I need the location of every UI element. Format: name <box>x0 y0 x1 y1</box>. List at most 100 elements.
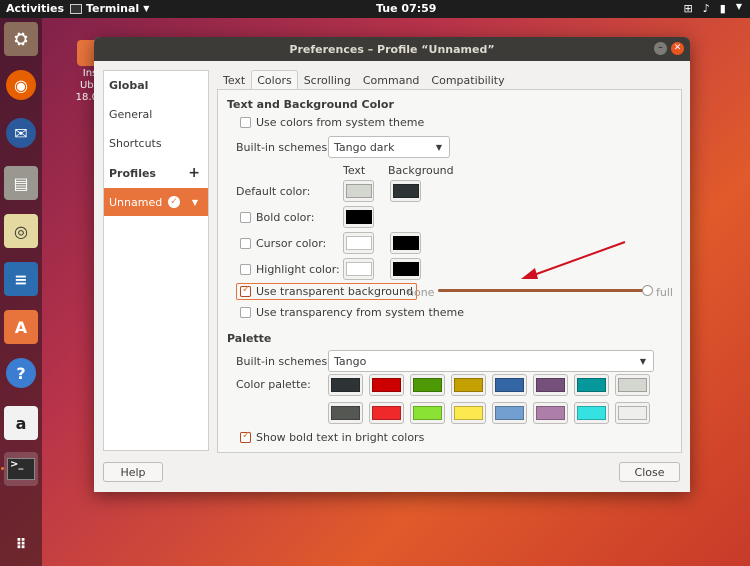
palette-color-button[interactable] <box>533 374 568 396</box>
cursor-color-row[interactable]: Cursor color: <box>240 237 326 250</box>
add-profile-icon[interactable]: + <box>188 165 200 181</box>
sidebar-item-global[interactable]: Global <box>104 71 208 99</box>
highlight-text-color-button[interactable] <box>343 258 374 280</box>
palette-color-button[interactable] <box>574 402 609 424</box>
bold-color-label: Bold color: <box>256 211 315 224</box>
palette-color-button[interactable] <box>410 374 445 396</box>
use-transparent-bg-label: Use transparent background <box>256 285 413 298</box>
color-swatch <box>618 406 647 420</box>
highlight-color-row[interactable]: Highlight color: <box>240 263 340 276</box>
top-bar: Activities Terminal ▼ Tue 07:59 ⊞ ♪ ▮ ▼ <box>0 0 750 18</box>
clock[interactable]: Tue 07:59 <box>376 2 436 15</box>
color-swatch <box>495 378 524 392</box>
color-swatch <box>392 184 419 198</box>
software-icon[interactable]: A <box>4 310 38 344</box>
palette-color-button[interactable] <box>451 402 486 424</box>
sidebar-item-label: Profiles <box>109 166 156 180</box>
palette-color-button[interactable] <box>492 402 527 424</box>
color-swatch <box>413 378 442 392</box>
use-system-colors-checkbox[interactable] <box>240 117 251 128</box>
show-applications-icon[interactable]: ⠿ <box>4 528 38 562</box>
sidebar-item-profile-unnamed[interactable]: Unnamed ✓ ▼ <box>104 188 208 216</box>
tab-scrolling[interactable]: Scrolling <box>298 70 357 89</box>
rhythmbox-icon[interactable]: ◎ <box>4 214 38 248</box>
firefox-icon[interactable]: ◉ <box>6 70 36 100</box>
palette-color-button[interactable] <box>369 402 404 424</box>
files-icon[interactable]: ▤ <box>4 166 38 200</box>
highlight-bg-color-button[interactable] <box>390 258 421 280</box>
close-window-button[interactable]: ✕ <box>671 42 684 55</box>
tab-colors[interactable]: Colors <box>251 70 298 89</box>
installer-dock-icon[interactable]: ⛭ <box>4 22 38 56</box>
palette-color-button[interactable] <box>369 374 404 396</box>
color-swatch <box>345 184 372 198</box>
amazon-icon[interactable]: a <box>4 406 38 440</box>
palette-color-button[interactable] <box>574 374 609 396</box>
close-button[interactable]: Close <box>619 462 680 482</box>
color-palette-label: Color palette: <box>236 378 311 391</box>
use-transparent-bg-checkbox[interactable] <box>240 284 251 297</box>
sidebar-item-label: Unnamed <box>109 195 163 209</box>
battery-icon[interactable]: ▮ <box>720 2 726 15</box>
system-tray[interactable]: ⊞ ♪ ▮ ▼ <box>684 2 742 15</box>
palette-color-button[interactable] <box>492 374 527 396</box>
terminal-icon <box>70 3 82 14</box>
palette-color-button[interactable] <box>615 374 650 396</box>
chevron-down-icon[interactable]: ▼ <box>736 2 742 15</box>
preferences-sidebar: Global General Shortcuts Profiles + Unna… <box>103 70 209 451</box>
app-menu[interactable]: Terminal ▼ <box>70 2 149 15</box>
slider-handle[interactable] <box>642 285 653 296</box>
writer-icon[interactable]: ≡ <box>4 262 38 296</box>
use-transparency-system-checkbox[interactable] <box>240 307 251 318</box>
help-icon[interactable]: ? <box>6 358 36 388</box>
chevron-down-icon: ▼ <box>143 4 150 13</box>
help-button[interactable]: Help <box>103 462 163 482</box>
tab-compatibility[interactable]: Compatibility <box>425 70 510 89</box>
column-header-background: Background <box>388 164 454 177</box>
chevron-down-icon: ▼ <box>639 356 646 366</box>
sidebar-item-shortcuts[interactable]: Shortcuts <box>104 129 208 157</box>
terminal-dock-icon[interactable]: >_ <box>4 452 38 486</box>
palette-color-button[interactable] <box>328 402 363 424</box>
palette-color-button[interactable] <box>615 402 650 424</box>
dialog-titlebar[interactable]: Preferences – Profile “Unnamed” – ✕ <box>94 37 690 61</box>
builtin-schemes-label: Built-in schemes: <box>236 141 331 154</box>
cursor-text-color-button[interactable] <box>343 232 374 254</box>
cursor-bg-color-button[interactable] <box>390 232 421 254</box>
tab-command[interactable]: Command <box>357 70 426 89</box>
default-bg-color-button[interactable] <box>390 180 421 202</box>
show-bold-bright-checkbox[interactable] <box>240 430 251 443</box>
use-system-colors-row[interactable]: Use colors from system theme <box>240 116 424 129</box>
bold-color-checkbox[interactable] <box>240 212 251 223</box>
sidebar-item-profiles[interactable]: Profiles + <box>104 159 208 187</box>
network-icon[interactable]: ⊞ <box>684 2 693 15</box>
chevron-down-icon[interactable]: ▼ <box>192 198 198 207</box>
bold-color-row[interactable]: Bold color: <box>240 211 314 224</box>
color-swatch <box>454 378 483 392</box>
dock: ⛭ ◉ ✉ ▤ ◎ ≡ A ? a >_ ⠿ <box>0 18 42 566</box>
sidebar-item-general[interactable]: General <box>104 100 208 128</box>
app-menu-label: Terminal <box>86 2 140 15</box>
cursor-color-checkbox[interactable] <box>240 238 251 249</box>
palette-color-button[interactable] <box>328 374 363 396</box>
builtin-schemes-select[interactable]: Tango dark ▼ <box>328 136 450 158</box>
palette-color-button[interactable] <box>410 402 445 424</box>
volume-icon[interactable]: ♪ <box>703 2 710 15</box>
minimize-button[interactable]: – <box>654 42 667 55</box>
highlight-color-checkbox[interactable] <box>240 264 251 275</box>
default-text-color-button[interactable] <box>343 180 374 202</box>
show-bold-bright-row[interactable]: Show bold text in bright colors <box>240 430 424 444</box>
palette-color-button[interactable] <box>451 374 486 396</box>
color-swatch <box>536 406 565 420</box>
activities-button[interactable]: Activities <box>6 2 64 15</box>
tab-text[interactable]: Text <box>217 70 251 89</box>
palette-color-button[interactable] <box>533 402 568 424</box>
transparency-slider[interactable] <box>438 285 653 296</box>
color-swatch <box>577 406 606 420</box>
use-transparent-bg-row[interactable]: Use transparent background <box>236 283 417 300</box>
palette-schemes-select[interactable]: Tango ▼ <box>328 350 654 372</box>
slider-track <box>438 289 648 292</box>
bold-color-button[interactable] <box>343 206 374 228</box>
thunderbird-icon[interactable]: ✉ <box>6 118 36 148</box>
use-transparency-system-row[interactable]: Use transparency from system theme <box>240 306 464 319</box>
